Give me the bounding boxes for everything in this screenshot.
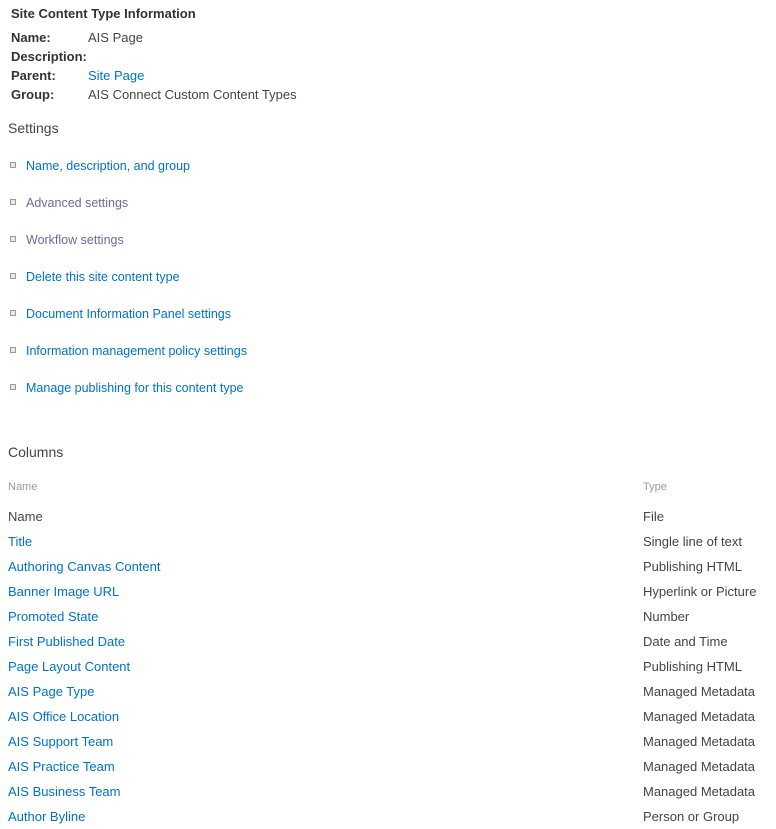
table-row: AIS Business Team Managed Metadata [8, 779, 768, 804]
info-row: Name: AIS Page [11, 28, 751, 47]
settings-list-item: Workflow settings [8, 232, 508, 269]
info-row: Description: [11, 47, 751, 66]
column-name-link[interactable]: AIS Practice Team [8, 759, 115, 774]
site-content-type-page: Site Content Type Information Name: AIS P… [0, 0, 776, 824]
columns-table: Name Type Name File Title Single line of te… [8, 480, 768, 829]
column-name-cell: Page Layout Content [8, 654, 643, 679]
column-name-link[interactable]: Authoring Canvas Content [8, 559, 160, 574]
columns-section: Columns Name Type Name File Title Single li… [8, 443, 768, 829]
column-type-cell: Managed Metadata [643, 684, 756, 699]
info-row: Parent: Site Page [11, 66, 751, 85]
table-row: AIS Support Team Managed Metadata [8, 729, 768, 754]
settings-link[interactable]: Manage publishing for this content type [26, 381, 244, 395]
column-type-cell: Person or Group [643, 809, 740, 824]
settings-link[interactable]: Advanced settings [26, 196, 128, 210]
settings-section: Settings Name, description, and group Adv… [8, 119, 508, 417]
settings-heading: Settings [8, 120, 59, 136]
info-label: Parent: [11, 68, 56, 83]
info-label: Group: [11, 87, 55, 102]
settings-list-item: Information management policy settings [8, 343, 508, 380]
column-name-link[interactable]: AIS Office Location [8, 709, 119, 724]
column-name-link[interactable]: Banner Image URL [8, 584, 119, 599]
table-row: Author Byline Person or Group [8, 804, 768, 829]
square-bullet-icon [10, 347, 16, 353]
settings-link-list: Name, description, and group Advanced set… [8, 158, 508, 417]
settings-link[interactable]: Document Information Panel settings [26, 307, 231, 321]
column-name-link[interactable]: Promoted State [8, 609, 98, 624]
info-value: AIS Connect Custom Content Types [88, 87, 297, 102]
settings-list-item: Manage publishing for this content type [8, 380, 508, 417]
column-name-link[interactable]: AIS Support Team [8, 734, 113, 749]
table-row: AIS Office Location Managed Metadata [8, 704, 768, 729]
column-name-cell: Name [8, 509, 43, 524]
page-title: Site Content Type Information [11, 6, 196, 21]
table-row: Authoring Canvas Content Publishing HTML [8, 554, 768, 579]
column-name-cell: First Published Date [8, 629, 643, 654]
square-bullet-icon [10, 310, 16, 316]
column-name-link[interactable]: First Published Date [8, 634, 125, 649]
column-name-cell: Authoring Canvas Content [8, 554, 643, 579]
column-type-cell: File [643, 509, 664, 524]
column-name-cell: AIS Business Team [8, 779, 643, 804]
settings-list-item: Name, description, and group [8, 158, 508, 195]
column-name-cell: AIS Practice Team [8, 754, 643, 779]
info-label: Name: [11, 30, 51, 45]
settings-list-item: Delete this site content type [8, 269, 508, 306]
column-name-cell: AIS Page Type [8, 679, 643, 704]
column-type-cell: Single line of text [643, 534, 743, 549]
column-name-cell: Title [8, 529, 643, 554]
settings-link[interactable]: Delete this site content type [26, 270, 180, 284]
square-bullet-icon [10, 162, 16, 168]
columns-heading: Columns [8, 444, 64, 460]
column-name-cell: AIS Office Location [8, 704, 643, 729]
table-row: Page Layout Content Publishing HTML [8, 654, 768, 679]
info-rows: Name: AIS Page Description: Parent: Site Pag… [11, 28, 751, 104]
column-name-cell: AIS Support Team [8, 729, 643, 754]
table-row: Name File [8, 504, 768, 529]
info-label: Description: [11, 49, 87, 64]
column-name-cell: Promoted State [8, 604, 643, 629]
table-row: AIS Practice Team Managed Metadata [8, 754, 768, 779]
column-name-link[interactable]: AIS Page Type [8, 684, 95, 699]
settings-list-item: Document Information Panel settings [8, 306, 508, 343]
parent-content-type-link[interactable]: Site Page [88, 66, 144, 85]
settings-link[interactable]: Name, description, and group [26, 159, 190, 173]
column-name-cell: Author Byline [8, 804, 643, 829]
column-type-cell: Managed Metadata [643, 784, 756, 799]
column-type-cell: Number [643, 609, 690, 624]
table-row: First Published Date Date and Time [8, 629, 768, 654]
table-row: Title Single line of text [8, 529, 768, 554]
column-type-cell: Managed Metadata [643, 709, 756, 724]
site-content-type-information: Site Content Type Information Name: AIS P… [11, 5, 751, 104]
column-name-link[interactable]: Author Byline [8, 809, 85, 824]
column-type-cell: Publishing HTML [643, 559, 742, 574]
settings-list-item: Advanced settings [8, 195, 508, 232]
column-name-link[interactable]: AIS Business Team [8, 784, 120, 799]
square-bullet-icon [10, 236, 16, 242]
column-type-cell: Managed Metadata [643, 759, 756, 774]
table-header-row: Name Type [8, 480, 768, 504]
column-name-link[interactable]: Page Layout Content [8, 659, 130, 674]
column-type-cell: Date and Time [643, 634, 728, 649]
square-bullet-icon [10, 199, 16, 205]
settings-link[interactable]: Workflow settings [26, 233, 124, 247]
info-row: Group: AIS Connect Custom Content Types [11, 85, 751, 104]
table-row: Promoted State Number [8, 604, 768, 629]
columns-table-body: Name File Title Single line of text Authorin… [8, 504, 768, 829]
column-type-cell: Managed Metadata [643, 734, 756, 749]
column-type-cell: Publishing HTML [643, 659, 742, 674]
table-row: Banner Image URL Hyperlink or Picture [8, 579, 768, 604]
info-value: AIS Page [88, 30, 143, 45]
square-bullet-icon [10, 273, 16, 279]
square-bullet-icon [10, 384, 16, 390]
column-header-name: Name [8, 481, 38, 493]
column-header-type: Type [643, 481, 667, 493]
table-row: AIS Page Type Managed Metadata [8, 679, 768, 704]
column-type-cell: Hyperlink or Picture [643, 584, 757, 599]
column-name-cell: Banner Image URL [8, 579, 643, 604]
settings-link[interactable]: Information management policy settings [26, 344, 247, 358]
column-name-link[interactable]: Title [8, 534, 32, 549]
